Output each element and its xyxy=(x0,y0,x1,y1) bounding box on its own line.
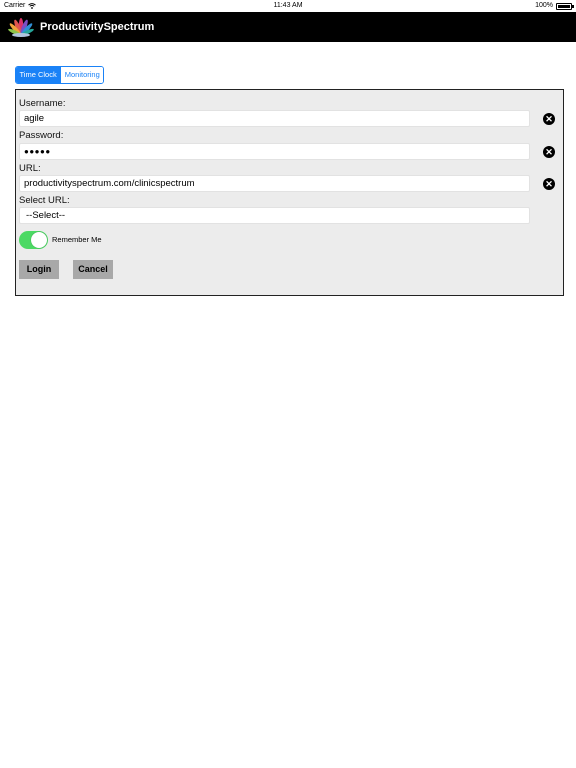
password-clear-icon[interactable]: ✕ xyxy=(543,146,555,158)
login-form: Username: agile ✕ Password: ●●●●● ✕ URL:… xyxy=(15,89,564,296)
remember-me-toggle[interactable] xyxy=(19,231,48,249)
status-bar: Carrier 11:43 AM 100% xyxy=(0,0,576,12)
battery-icon xyxy=(556,2,574,10)
username-clear-icon[interactable]: ✕ xyxy=(543,113,555,125)
mode-segmented-control: Time Clock Monitoring xyxy=(15,66,105,84)
password-field[interactable]: ●●●●● xyxy=(19,143,530,160)
app-title: ProductivitySpectrum xyxy=(40,21,155,33)
lotus-logo xyxy=(8,18,34,37)
battery-percent: 100% xyxy=(535,2,553,9)
username-field[interactable]: agile xyxy=(19,110,530,127)
status-time: 11:43 AM xyxy=(273,2,303,9)
battery-status: 100% xyxy=(535,0,574,12)
url-field[interactable]: productivityspectrum.com/clinicspectrum xyxy=(19,175,530,192)
password-label: Password: xyxy=(19,130,64,141)
username-label: Username: xyxy=(19,98,66,109)
select-url-dropdown[interactable]: --Select-- xyxy=(19,207,530,224)
remember-me-label: Remember Me xyxy=(52,235,102,244)
url-clear-icon[interactable]: ✕ xyxy=(543,178,555,190)
cancel-button[interactable]: Cancel xyxy=(73,260,113,279)
tab-time-clock[interactable]: Time Clock xyxy=(16,67,61,83)
select-url-label: Select URL: xyxy=(19,195,70,206)
toggle-knob xyxy=(31,232,47,248)
navigation-bar: ProductivitySpectrum xyxy=(0,12,576,42)
url-label: URL: xyxy=(19,163,41,174)
tab-monitoring[interactable]: Monitoring xyxy=(60,67,104,83)
login-button[interactable]: Login xyxy=(19,260,59,279)
